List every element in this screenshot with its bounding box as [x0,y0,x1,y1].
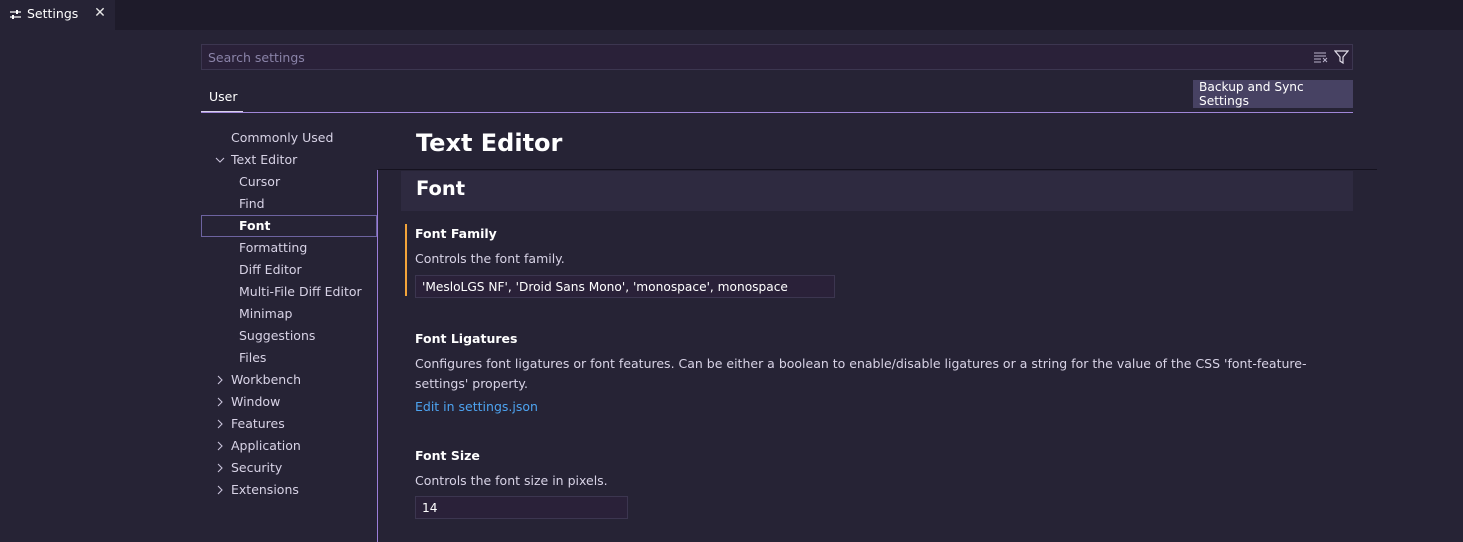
setting-title: Font Size [415,448,480,463]
content-header: Text Editor [378,113,1377,170]
chevron-right-icon [217,485,223,495]
font-size-input[interactable] [415,496,628,519]
setting-title: Font Ligatures [415,331,518,346]
chevron-down-icon [215,157,225,163]
toc-label: Workbench [231,372,301,387]
setting-title: Font Family [415,226,497,241]
toc-item-multi-file-diff-editor[interactable]: Multi-File Diff Editor [201,281,377,303]
toc-item-minimap[interactable]: Minimap [201,303,377,325]
filter-icon[interactable] [1334,49,1349,65]
toc-label: Window [231,394,281,409]
backup-sync-button[interactable]: Backup and Sync Settings [1193,80,1353,108]
toc-item-security[interactable]: Security [201,457,377,479]
settings-content: Text Editor Font Font Family Controls th… [378,113,1377,542]
toc-label: Text Editor [231,152,298,167]
toc-label: Find [239,196,265,211]
search-input[interactable] [208,48,1298,66]
toc-label: Font [239,218,271,233]
toc-label: Minimap [239,306,293,321]
toc-item-cursor[interactable]: Cursor [201,171,377,193]
tab-user[interactable]: User [201,82,243,112]
toc-label: Application [231,438,301,453]
toc-item-features[interactable]: Features [201,413,377,435]
toc-item-font[interactable]: Font [201,215,377,237]
chevron-right-icon [217,419,223,429]
modified-indicator [405,224,407,296]
search-box [201,44,1353,70]
setting-description: Controls the font size in pixels. [415,473,608,488]
chevron-right-icon [217,463,223,473]
tab-label: Settings [27,6,79,21]
toc-item-workbench[interactable]: Workbench [201,369,377,391]
edit-in-settings-json-link[interactable]: Edit in settings.json [415,399,538,414]
toc-item-files[interactable]: Files [201,347,377,369]
chevron-right-icon [217,397,223,407]
font-family-input[interactable] [415,275,835,298]
tab-user-label: User [209,89,238,104]
toc-item-window[interactable]: Window [201,391,377,413]
section-title: Font [416,177,466,200]
toc-item-commonly-used[interactable]: Commonly Used [201,127,377,149]
toc-label: Cursor [239,174,281,189]
toc-item-extensions[interactable]: Extensions [201,479,377,501]
toc-label: Multi-File Diff Editor [239,284,362,299]
setting-description: Configures font ligatures or font featur… [415,356,1307,391]
section-header: Font [401,171,1353,211]
chevron-right-icon [217,441,223,451]
toc-item-application[interactable]: Application [201,435,377,457]
page-title: Text Editor [416,129,563,157]
toc-label: Formatting [239,240,308,255]
close-icon[interactable]: ✕ [93,6,107,20]
toc-label: Commonly Used [231,130,334,145]
settings-sliders-icon [10,10,21,19]
toc-item-find[interactable]: Find [201,193,377,215]
tab-settings[interactable]: Settings ✕ [0,0,115,30]
toc-label: Features [231,416,285,431]
editor-tab-bar: Settings ✕ [0,0,1463,30]
toc-item-diff-editor[interactable]: Diff Editor [201,259,377,281]
toc-label: Files [239,350,267,365]
setting-description: Controls the font family. [415,251,565,266]
chevron-right-icon [217,375,223,385]
toc-label: Suggestions [239,328,316,343]
toc-item-formatting[interactable]: Formatting [201,237,377,259]
toc-item-text-editor[interactable]: Text Editor [201,149,377,171]
toc-label: Diff Editor [239,262,302,277]
clear-filter-icon[interactable] [1313,50,1328,64]
toc-label: Security [231,460,283,475]
toc-label: Extensions [231,482,299,497]
toc-item-suggestions[interactable]: Suggestions [201,325,377,347]
